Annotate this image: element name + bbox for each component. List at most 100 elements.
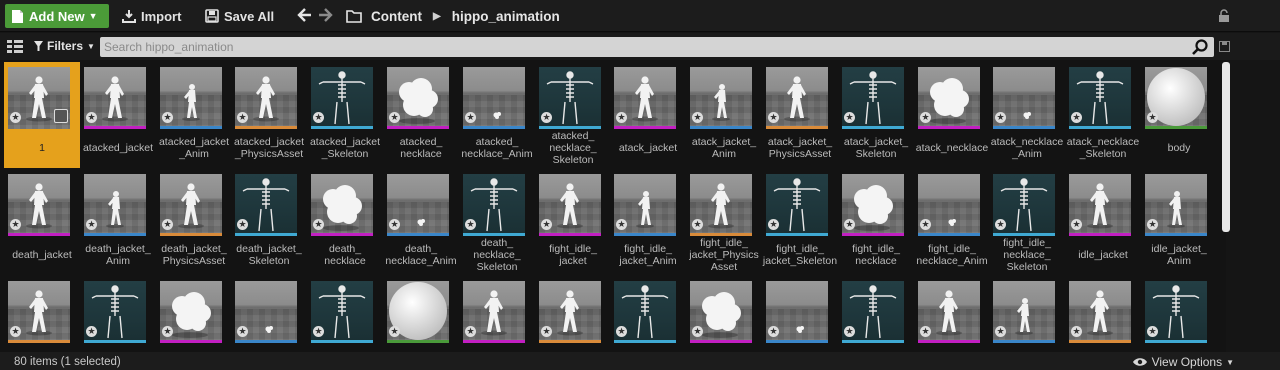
back-arrow-icon[interactable] xyxy=(297,6,313,24)
asset-tile[interactable]: ★ xyxy=(610,276,686,352)
favorite-star-icon[interactable]: ★ xyxy=(768,326,779,337)
asset-tile[interactable]: ★ atack_necklace _Skeleton xyxy=(1065,62,1141,168)
asset-tile[interactable]: ★ fight_idle_ necklace_ Skeleton xyxy=(989,169,1065,275)
favorite-star-icon[interactable]: ★ xyxy=(616,326,627,337)
favorite-star-icon[interactable]: ★ xyxy=(162,219,173,230)
favorite-star-icon[interactable]: ★ xyxy=(313,112,324,123)
asset-tile[interactable]: ★ atack_necklace xyxy=(914,62,990,168)
favorite-star-icon[interactable]: ★ xyxy=(10,219,21,230)
favorite-star-icon[interactable]: ★ xyxy=(313,219,324,230)
favorite-star-icon[interactable]: ★ xyxy=(162,326,173,337)
asset-tile[interactable]: ★ atacked_jacket _PhysicsAsset xyxy=(231,62,307,168)
favorite-star-icon[interactable]: ★ xyxy=(1147,112,1158,123)
favorite-star-icon[interactable]: ★ xyxy=(616,219,627,230)
favorite-star-icon[interactable]: ★ xyxy=(616,112,627,123)
asset-tile[interactable]: ★ xyxy=(762,276,838,352)
asset-tile[interactable]: ★ atack_jacket_ PhysicsAsset xyxy=(762,62,838,168)
favorite-star-icon[interactable]: ★ xyxy=(465,219,476,230)
asset-tile[interactable]: ★ death_ necklace_Anim xyxy=(383,169,459,275)
favorite-star-icon[interactable]: ★ xyxy=(692,326,703,337)
search-icon[interactable] xyxy=(1192,39,1208,55)
asset-tile[interactable]: ★ xyxy=(838,276,914,352)
asset-tile[interactable]: ★ atacked_jacket _Skeleton xyxy=(307,62,383,168)
favorite-star-icon[interactable]: ★ xyxy=(692,219,703,230)
favorite-star-icon[interactable]: ★ xyxy=(162,112,173,123)
favorite-star-icon[interactable]: ★ xyxy=(920,112,931,123)
favorite-star-icon[interactable]: ★ xyxy=(86,326,97,337)
favorite-star-icon[interactable]: ★ xyxy=(844,326,855,337)
asset-tile[interactable]: ★ atack_jacket_ Skeleton xyxy=(838,62,914,168)
favorite-star-icon[interactable]: ★ xyxy=(389,219,400,230)
asset-tile[interactable]: ★ atacked_ necklace_Anim xyxy=(459,62,535,168)
asset-tile[interactable]: ★ death_ necklace_ Skeleton xyxy=(459,169,535,275)
favorite-star-icon[interactable]: ★ xyxy=(10,112,21,123)
favorite-star-icon[interactable]: ★ xyxy=(1071,112,1082,123)
asset-tile[interactable]: ★ atacked_ necklace xyxy=(383,62,459,168)
asset-tile[interactable]: ★ xyxy=(989,276,1065,352)
favorite-star-icon[interactable]: ★ xyxy=(465,112,476,123)
asset-tile[interactable]: ★ death_jacket_ PhysicsAsset xyxy=(156,169,232,275)
asset-tile[interactable]: ★ xyxy=(914,276,990,352)
favorite-star-icon[interactable]: ★ xyxy=(86,112,97,123)
save-search-icon[interactable] xyxy=(1219,41,1230,55)
asset-tile[interactable]: ★ xyxy=(231,276,307,352)
favorite-star-icon[interactable]: ★ xyxy=(844,112,855,123)
asset-tile[interactable]: ★ xyxy=(383,276,459,352)
filters-dropdown[interactable]: Filters ▼ xyxy=(34,39,95,53)
favorite-star-icon[interactable]: ★ xyxy=(541,326,552,337)
asset-tile[interactable]: ★ xyxy=(156,276,232,352)
favorite-star-icon[interactable]: ★ xyxy=(389,326,400,337)
asset-tile[interactable]: ★ idle_jacket_ Anim xyxy=(1141,169,1217,275)
asset-tile[interactable]: ★ xyxy=(459,276,535,352)
favorite-star-icon[interactable]: ★ xyxy=(692,112,703,123)
asset-tile[interactable]: ★ body xyxy=(1141,62,1217,168)
favorite-star-icon[interactable]: ★ xyxy=(389,112,400,123)
search-input[interactable] xyxy=(104,38,1184,56)
favorite-star-icon[interactable]: ★ xyxy=(237,326,248,337)
asset-tile[interactable]: ★ xyxy=(1141,276,1217,352)
asset-tile[interactable]: ★ atacked_ necklace_ Skeleton xyxy=(535,62,611,168)
favorite-star-icon[interactable]: ★ xyxy=(541,112,552,123)
asset-tile[interactable]: ★ death_ necklace xyxy=(307,169,383,275)
asset-tile[interactable]: ★ atacked_jacket _Anim xyxy=(156,62,232,168)
asset-tile[interactable]: ★ idle_jacket xyxy=(1065,169,1141,275)
asset-tile[interactable]: ★ xyxy=(4,276,80,352)
asset-tile[interactable]: ★ fight_idle_ jacket xyxy=(535,169,611,275)
favorite-star-icon[interactable]: ★ xyxy=(995,326,1006,337)
favorite-star-icon[interactable]: ★ xyxy=(768,112,779,123)
favorite-star-icon[interactable]: ★ xyxy=(920,219,931,230)
favorite-star-icon[interactable]: ★ xyxy=(1071,219,1082,230)
favorite-star-icon[interactable]: ★ xyxy=(86,219,97,230)
asset-tile[interactable]: ★ xyxy=(1065,276,1141,352)
import-button[interactable]: Import xyxy=(122,4,181,28)
asset-tile[interactable]: ★ xyxy=(307,276,383,352)
asset-tile[interactable]: ★ death_jacket_ Anim xyxy=(80,169,156,275)
favorite-star-icon[interactable]: ★ xyxy=(1147,326,1158,337)
asset-tile[interactable]: ★ 1 xyxy=(4,62,80,168)
favorite-star-icon[interactable]: ★ xyxy=(995,219,1006,230)
asset-tile[interactable]: ★ fight_idle_ jacket_Anim xyxy=(610,169,686,275)
view-options-button[interactable]: View Options ▼ xyxy=(1132,355,1234,369)
asset-tile[interactable]: ★ fight_idle_ jacket_Skeleton xyxy=(762,169,838,275)
favorite-star-icon[interactable]: ★ xyxy=(237,112,248,123)
breadcrumb-content[interactable]: Content xyxy=(371,9,422,24)
favorite-star-icon[interactable]: ★ xyxy=(1071,326,1082,337)
favorite-star-icon[interactable]: ★ xyxy=(920,326,931,337)
favorite-star-icon[interactable]: ★ xyxy=(237,219,248,230)
asset-tile[interactable]: ★ atack_jacket_ Anim xyxy=(686,62,762,168)
favorite-star-icon[interactable]: ★ xyxy=(10,326,21,337)
add-new-button[interactable]: Add New ▼ xyxy=(5,4,109,28)
favorite-star-icon[interactable]: ★ xyxy=(768,219,779,230)
favorite-star-icon[interactable]: ★ xyxy=(465,326,476,337)
favorite-star-icon[interactable]: ★ xyxy=(995,112,1006,123)
asset-tile[interactable]: ★ death_jacket xyxy=(4,169,80,275)
favorite-star-icon[interactable]: ★ xyxy=(844,219,855,230)
asset-tile[interactable]: ★ atacked_jacket xyxy=(80,62,156,168)
view-toggle-icon[interactable] xyxy=(7,40,23,56)
forward-arrow-icon[interactable] xyxy=(317,6,333,24)
vertical-scrollbar[interactable] xyxy=(1222,62,1230,232)
favorite-star-icon[interactable]: ★ xyxy=(1147,219,1158,230)
asset-tile[interactable]: ★ fight_idle_ jacket_Physics Asset xyxy=(686,169,762,275)
favorite-star-icon[interactable]: ★ xyxy=(313,326,324,337)
save-all-button[interactable]: Save All xyxy=(205,4,274,28)
